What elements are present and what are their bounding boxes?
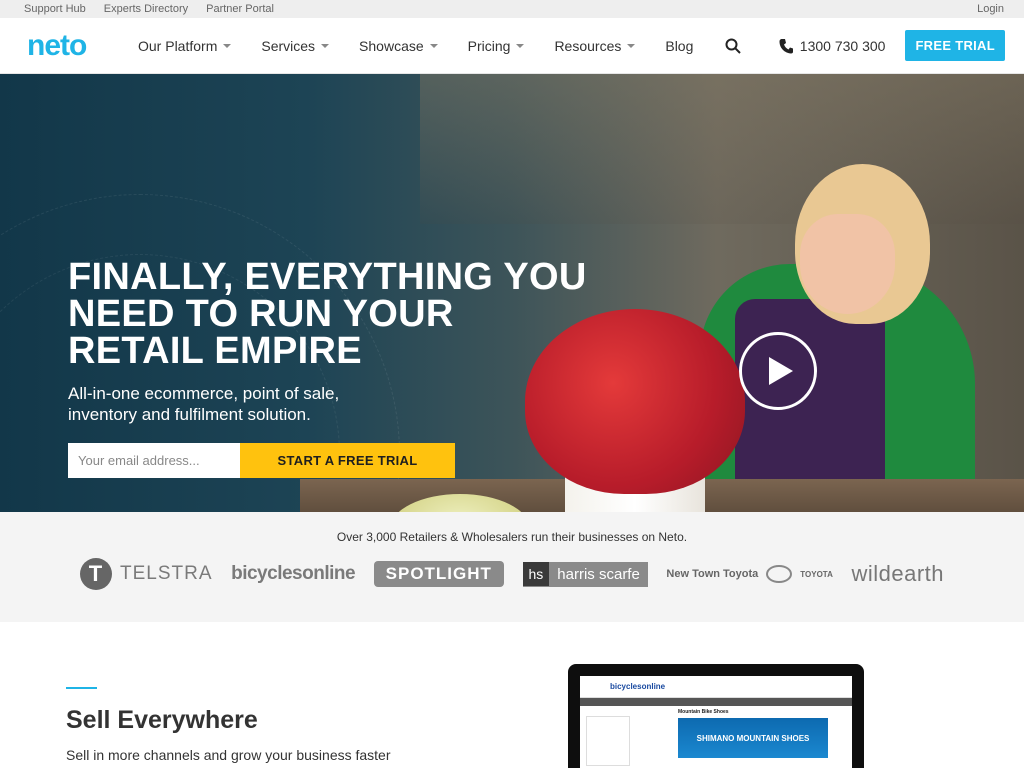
- brand-mark: hs: [522, 562, 550, 586]
- chevron-down-icon: [516, 44, 525, 48]
- brand-sub: TOYOTA: [800, 569, 833, 579]
- signup-form: START A FREE TRIAL: [68, 443, 588, 478]
- main-nav: neto Our Platform Services Showcase Pric…: [0, 18, 1024, 74]
- toyota-emblem-icon: [766, 565, 793, 583]
- hero-background-shelf: [420, 74, 1024, 224]
- hero-banner: FINALLY, EVERYTHING YOU NEED TO RUN YOUR…: [0, 74, 1024, 512]
- hero-person-face: [800, 214, 895, 314]
- mockup-header: bicyclesonline: [580, 676, 852, 698]
- mockup-banner: SHIMANO MOUNTAIN SHOES: [678, 718, 828, 758]
- laptop-screen: bicyclesonline Mountain Bike Shoes SHIMA…: [580, 676, 852, 768]
- email-field[interactable]: [68, 443, 240, 478]
- nav-item-showcase[interactable]: Showcase: [359, 38, 438, 54]
- login-link[interactable]: Login: [977, 3, 1004, 15]
- free-trial-button[interactable]: FREE TRIAL: [905, 30, 1005, 61]
- search-icon[interactable]: [725, 38, 742, 54]
- nav-item-label: Pricing: [467, 37, 511, 54]
- nav-menu: Our Platform Services Showcase Pricing R…: [138, 37, 742, 54]
- chevron-down-icon: [627, 44, 636, 48]
- nav-item-label: Blog: [665, 37, 694, 54]
- new-town-toyota-logo: New Town Toyota TOYOTA: [666, 565, 833, 583]
- logos-title: Over 3,000 Retailers & Wholesalers run t…: [336, 530, 688, 544]
- experts-directory-link[interactable]: Experts Directory: [104, 3, 188, 15]
- hero-headline: FINALLY, EVERYTHING YOU NEED TO RUN YOUR…: [68, 256, 587, 372]
- logo-row: T TELSTRA bicyclesonline SPOTLIGHT hs ha…: [0, 558, 1024, 590]
- nav-item-label: Services: [261, 37, 316, 54]
- nav-item-blog[interactable]: Blog: [665, 38, 693, 54]
- section-subtitle: Sell in more channels and grow your busi…: [66, 747, 391, 763]
- nav-item-label: Resources: [554, 37, 622, 54]
- play-video-button[interactable]: [739, 332, 817, 410]
- hero-content: FINALLY, EVERYTHING YOU NEED TO RUN YOUR…: [68, 256, 588, 478]
- brand-name: New Town Toyota: [666, 568, 759, 580]
- start-free-trial-button[interactable]: START A FREE TRIAL: [240, 443, 455, 478]
- nav-item-resources[interactable]: Resources: [554, 37, 636, 54]
- mockup-page-title: Mountain Bike Shoes: [678, 709, 729, 715]
- section-accent-line: [66, 687, 97, 689]
- nav-item-our-platform[interactable]: Our Platform: [138, 37, 232, 54]
- telstra-logo: T TELSTRA: [80, 558, 213, 590]
- laptop-mockup: bicyclesonline Mountain Bike Shoes SHIMA…: [568, 664, 864, 768]
- nav-item-pricing[interactable]: Pricing: [468, 38, 525, 54]
- spotlight-logo: SPOTLIGHT: [373, 561, 504, 587]
- support-hub-link[interactable]: Support Hub: [24, 3, 86, 15]
- section-title: Sell Everywhere: [66, 706, 258, 734]
- wildearth-logo: wildearth: [851, 561, 944, 586]
- nav-item-services[interactable]: Services: [261, 37, 330, 54]
- chevron-down-icon: [321, 44, 330, 48]
- telstra-mark-icon: T: [80, 558, 112, 590]
- utility-bar: Support Hub Experts Directory Partner Po…: [0, 0, 1024, 18]
- hero-subhead: All-in-one ecommerce, point of sale, inv…: [68, 384, 340, 424]
- chevron-down-icon: [223, 44, 232, 48]
- phone-number[interactable]: 1300 730 300: [779, 37, 886, 54]
- harris-scarfe-logo: hs harris scarfe: [522, 561, 648, 587]
- nav-item-label: Our Platform: [138, 37, 218, 54]
- brand-name: harris scarfe: [557, 565, 640, 583]
- sell-everywhere-section: Sell Everywhere Sell in more channels an…: [0, 622, 1024, 768]
- mockup-navbar: [580, 698, 852, 706]
- partner-portal-link[interactable]: Partner Portal: [206, 3, 274, 15]
- customer-logos: Over 3,000 Retailers & Wholesalers run t…: [0, 512, 1024, 622]
- bicyclesonline-logo: bicyclesonline: [231, 563, 356, 584]
- play-icon: [769, 357, 793, 385]
- phone-label: 1300 730 300: [799, 37, 886, 54]
- nav-item-label: Showcase: [359, 37, 424, 54]
- neto-logo[interactable]: neto: [27, 29, 138, 63]
- utility-links: Support Hub Experts Directory Partner Po…: [24, 3, 274, 15]
- mockup-logo: bicyclesonline: [610, 682, 666, 691]
- mockup-sidebar: [586, 716, 630, 766]
- brand-name: TELSTRA: [120, 563, 213, 584]
- phone-icon: [779, 38, 793, 53]
- chevron-down-icon: [429, 44, 438, 48]
